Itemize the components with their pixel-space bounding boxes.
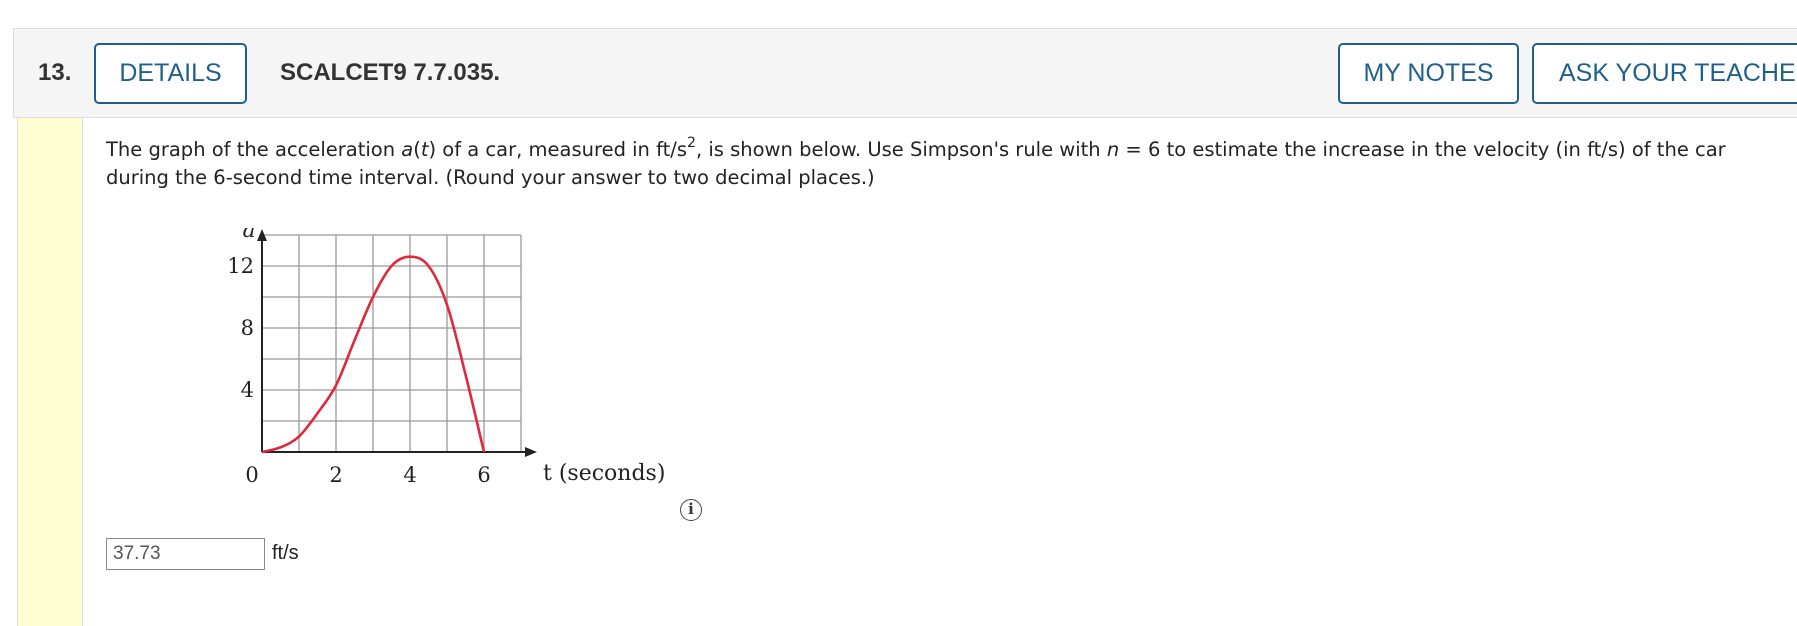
answer-input[interactable]: [106, 538, 265, 570]
info-icon[interactable]: i: [680, 499, 702, 521]
acceleration-graph: a t (seconds) 0 2 4 6 4 8 12: [227, 228, 665, 487]
y-tick-label: 12: [227, 254, 254, 278]
y-axis-label: a: [242, 228, 255, 243]
answer-unit: ft/s: [272, 542, 299, 564]
details-button[interactable]: DETAILS: [94, 43, 247, 104]
x-axis-label-text: t (seconds): [543, 461, 665, 486]
x-axis-arrow: [525, 447, 537, 457]
question-number: 13.: [38, 59, 72, 86]
x-tick-label: 0: [245, 463, 258, 487]
y-tick-label: 8: [241, 316, 254, 340]
question-header: 13. DETAILS SCALCET9 7.7.035. MY NOTES A…: [13, 28, 1797, 118]
question-side-bar: [17, 118, 83, 626]
x-tick-label: 4: [403, 463, 416, 487]
x-tick-label: 2: [329, 463, 342, 487]
x-tick-label: 6: [477, 463, 490, 487]
y-tick-label: 4: [241, 378, 254, 402]
question-code: SCALCET9 7.7.035.: [280, 59, 501, 86]
ask-your-teacher-button[interactable]: ASK YOUR TEACHER: [1532, 43, 1797, 104]
question-text: The graph of the acceleration a(t) of a …: [106, 135, 1726, 189]
x-axis-label: t (seconds): [543, 461, 665, 486]
my-notes-button[interactable]: MY NOTES: [1338, 43, 1519, 104]
